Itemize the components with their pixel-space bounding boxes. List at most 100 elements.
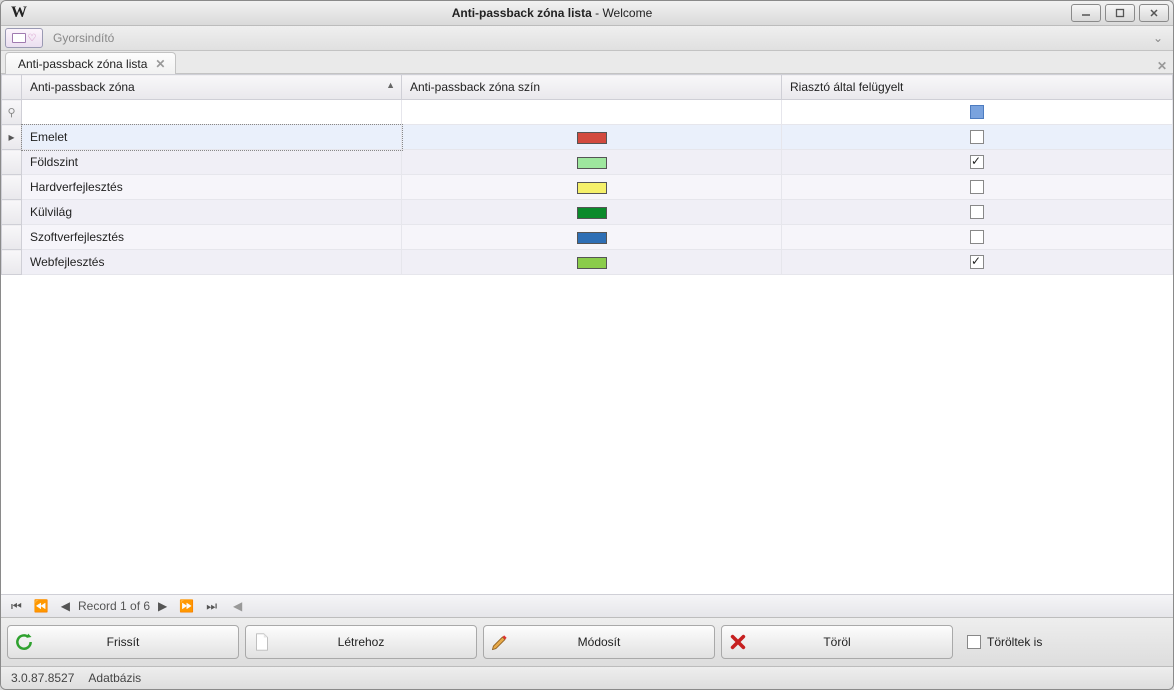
nav-last-button[interactable]: ⏭ — [202, 599, 221, 614]
row-indicator — [2, 250, 22, 275]
status-version: 3.0.87.8527 — [11, 671, 74, 685]
filter-zone-cell[interactable] — [22, 100, 402, 125]
grid-header-color[interactable]: Anti-passback zóna szín — [402, 75, 782, 100]
status-bar: 3.0.87.8527 Adatbázis — [1, 666, 1173, 689]
row-indicator: ▸ — [2, 125, 22, 150]
row-indicator — [2, 200, 22, 225]
deleted-too-checkbox[interactable] — [967, 635, 981, 649]
table-row[interactable]: Külvilág — [2, 200, 1173, 225]
refresh-icon — [8, 632, 40, 652]
deleted-too-option[interactable]: Töröltek is — [967, 635, 1042, 649]
cell-color — [402, 250, 782, 275]
layout-icon — [12, 33, 26, 43]
cell-zone: Emelet — [22, 125, 402, 150]
grid-header-indicator[interactable] — [2, 75, 22, 100]
table-row[interactable]: Webfejlesztés — [2, 250, 1173, 275]
cell-zone: Hardverfejlesztés — [22, 175, 402, 200]
status-db: Adatbázis — [88, 671, 141, 685]
nav-scroll-left-button[interactable]: ◀ — [229, 599, 246, 613]
titlebar: W Anti-passback zóna lista - Welcome — [1, 1, 1173, 26]
filter-indicator: ⚲ — [2, 100, 22, 125]
ribbon-bar: ♡ Gyorsindító ⌄ — [1, 26, 1173, 51]
cell-alarm[interactable] — [782, 225, 1173, 250]
cell-color — [402, 150, 782, 175]
tab-close-icon[interactable]: ✕ — [155, 57, 165, 71]
quick-access-button[interactable]: ♡ — [5, 28, 43, 48]
alarm-checkbox[interactable] — [970, 205, 984, 219]
row-indicator — [2, 175, 22, 200]
color-swatch — [577, 257, 607, 269]
cell-alarm[interactable] — [782, 250, 1173, 275]
row-indicator — [2, 150, 22, 175]
cell-zone: Földszint — [22, 150, 402, 175]
nav-prev-page-button[interactable]: ⏪ — [30, 599, 53, 613]
nav-prev-button[interactable]: ◀ — [57, 599, 74, 613]
cell-color — [402, 200, 782, 225]
cell-alarm[interactable] — [782, 175, 1173, 200]
create-label: Létrehoz — [278, 635, 476, 649]
alarm-checkbox[interactable] — [970, 130, 984, 144]
alarm-checkbox[interactable] — [970, 255, 984, 269]
filter-color-cell[interactable] — [402, 100, 782, 125]
tabstrip: Anti-passback zóna lista ✕ ✕ — [1, 51, 1173, 74]
close-button[interactable] — [1139, 4, 1169, 22]
cell-alarm[interactable] — [782, 125, 1173, 150]
sort-asc-icon: ▲ — [386, 80, 395, 90]
modify-label: Módosít — [516, 635, 714, 649]
color-swatch — [577, 132, 607, 144]
tab-label: Anti-passback zóna lista — [18, 57, 147, 71]
tabstrip-close-all-icon[interactable]: ✕ — [1157, 59, 1167, 73]
grid-filter-row: ⚲ — [2, 100, 1173, 125]
alarm-checkbox[interactable] — [970, 180, 984, 194]
grid-header-zone[interactable]: Anti-passback zóna ▲ — [22, 75, 402, 100]
nav-first-button[interactable]: ⏮ — [7, 599, 26, 614]
window-title: Anti-passback zóna lista - Welcome — [33, 6, 1071, 20]
nav-next-page-button[interactable]: ⏩ — [175, 599, 198, 613]
pencil-icon — [484, 632, 516, 652]
table-row[interactable]: ▸Emelet — [2, 125, 1173, 150]
new-page-icon — [246, 632, 278, 652]
create-button[interactable]: Létrehoz — [245, 625, 477, 659]
modify-button[interactable]: Módosít — [483, 625, 715, 659]
nav-position-label: Record 1 of 6 — [78, 599, 150, 613]
refresh-label: Frissít — [40, 635, 238, 649]
table-row[interactable]: Szoftverfejlesztés — [2, 225, 1173, 250]
data-grid[interactable]: Anti-passback zóna ▲ Anti-passback zóna … — [1, 74, 1173, 275]
button-bar: Frissít Létrehoz Módosít Töröl Töröltek … — [1, 617, 1173, 666]
app-logo: W — [5, 4, 33, 22]
cell-alarm[interactable] — [782, 150, 1173, 175]
filter-alarm-checkbox[interactable] — [970, 105, 984, 119]
tab-anti-passback-list[interactable]: Anti-passback zóna lista ✕ — [5, 52, 176, 74]
alarm-checkbox[interactable] — [970, 230, 984, 244]
cell-alarm[interactable] — [782, 200, 1173, 225]
window-title-suffix: - Welcome — [592, 6, 652, 20]
grid-header-row: Anti-passback zóna ▲ Anti-passback zóna … — [2, 75, 1173, 100]
alarm-checkbox[interactable] — [970, 155, 984, 169]
cell-color — [402, 175, 782, 200]
filter-alarm-cell[interactable] — [782, 100, 1173, 125]
cell-zone: Szoftverfejlesztés — [22, 225, 402, 250]
ribbon-expand-icon[interactable]: ⌄ — [1147, 29, 1169, 47]
window-title-main: Anti-passback zóna lista — [452, 6, 592, 20]
cell-color — [402, 125, 782, 150]
refresh-button[interactable]: Frissít — [7, 625, 239, 659]
color-swatch — [577, 157, 607, 169]
nav-next-button[interactable]: ▶ — [154, 599, 171, 613]
color-swatch — [577, 182, 607, 194]
delete-x-icon — [722, 633, 754, 651]
heart-icon: ♡ — [28, 33, 37, 44]
cell-zone: Külvilág — [22, 200, 402, 225]
minimize-button[interactable] — [1071, 4, 1101, 22]
record-navigator: ⏮ ⏪ ◀ Record 1 of 6 ▶ ⏩ ⏭ ◀ — [1, 594, 1173, 617]
cell-color — [402, 225, 782, 250]
table-row[interactable]: Hardverfejlesztés — [2, 175, 1173, 200]
maximize-button[interactable] — [1105, 4, 1135, 22]
grid-header-zone-label: Anti-passback zóna — [30, 80, 135, 94]
delete-button[interactable]: Töröl — [721, 625, 953, 659]
deleted-too-label: Töröltek is — [987, 635, 1042, 649]
table-row[interactable]: Földszint — [2, 150, 1173, 175]
filter-icon: ⚲ — [7, 107, 15, 119]
color-swatch — [577, 207, 607, 219]
grid-header-alarm[interactable]: Riasztó által felügyelt — [782, 75, 1173, 100]
row-indicator — [2, 225, 22, 250]
